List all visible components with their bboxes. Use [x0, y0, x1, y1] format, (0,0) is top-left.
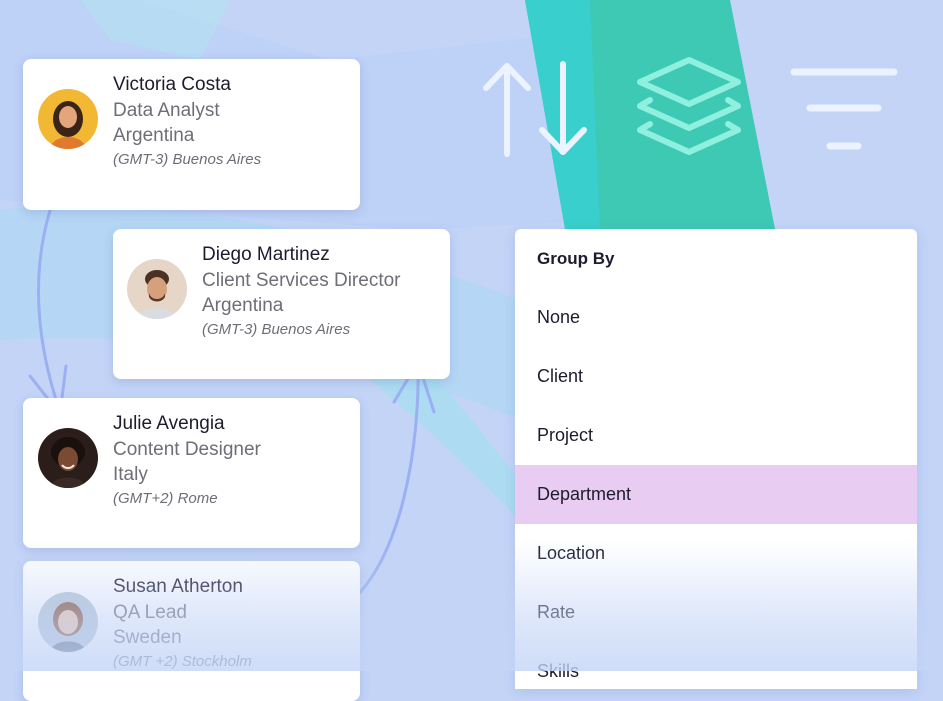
person-country: Argentina [202, 295, 284, 316]
person-card-susan[interactable]: Susan Atherton QA Lead Sweden (GMT +2) S… [23, 561, 360, 701]
person-country: Italy [113, 464, 148, 485]
person-country: Sweden [113, 627, 182, 648]
option-label: Rate [537, 602, 576, 622]
person-name: Diego Martinez [202, 244, 330, 265]
option-label: Department [537, 484, 632, 504]
option-label: Location [537, 543, 606, 563]
person-timezone: (GMT+2) Rome [113, 490, 218, 507]
person-role: Data Analyst [113, 100, 220, 121]
person-timezone: (GMT-3) Buenos Aires [202, 321, 351, 338]
person-name: Victoria Costa [113, 74, 231, 95]
option-label: Client [537, 366, 584, 386]
avatar-julie [38, 428, 98, 488]
person-name: Susan Atherton [113, 576, 243, 597]
group-by-option-department[interactable]: Department [515, 465, 917, 524]
person-country: Argentina [113, 125, 195, 146]
group-by-title: Group By [537, 249, 615, 268]
avatar-diego [127, 259, 187, 319]
person-card-victoria[interactable]: Victoria Costa Data Analyst Argentina (G… [23, 59, 360, 210]
person-timezone: (GMT-3) Buenos Aires [113, 151, 262, 168]
group-by-option-location[interactable]: Location [515, 524, 917, 583]
group-by-option-skills[interactable]: Skills [515, 642, 917, 689]
person-role: Client Services Director [202, 270, 401, 291]
avatar-victoria [38, 89, 98, 149]
group-by-menu: Group By None Client Project Department … [515, 229, 917, 689]
group-by-option-rate[interactable]: Rate [515, 583, 917, 642]
option-label: None [537, 307, 581, 327]
person-card-julie[interactable]: Julie Avengia Content Designer Italy (GM… [23, 398, 360, 548]
option-label: Skills [537, 661, 580, 681]
person-card-diego[interactable]: Diego Martinez Client Services Director … [113, 229, 450, 379]
person-name: Julie Avengia [113, 413, 225, 434]
group-by-option-none[interactable]: None [515, 288, 917, 347]
option-label: Project [537, 425, 594, 445]
group-by-option-project[interactable]: Project [515, 406, 917, 465]
person-role: Content Designer [113, 439, 261, 460]
person-role: QA Lead [113, 602, 187, 623]
avatar-susan [38, 592, 98, 652]
person-timezone: (GMT +2) Stockholm [113, 653, 252, 670]
group-by-option-client[interactable]: Client [515, 347, 917, 406]
